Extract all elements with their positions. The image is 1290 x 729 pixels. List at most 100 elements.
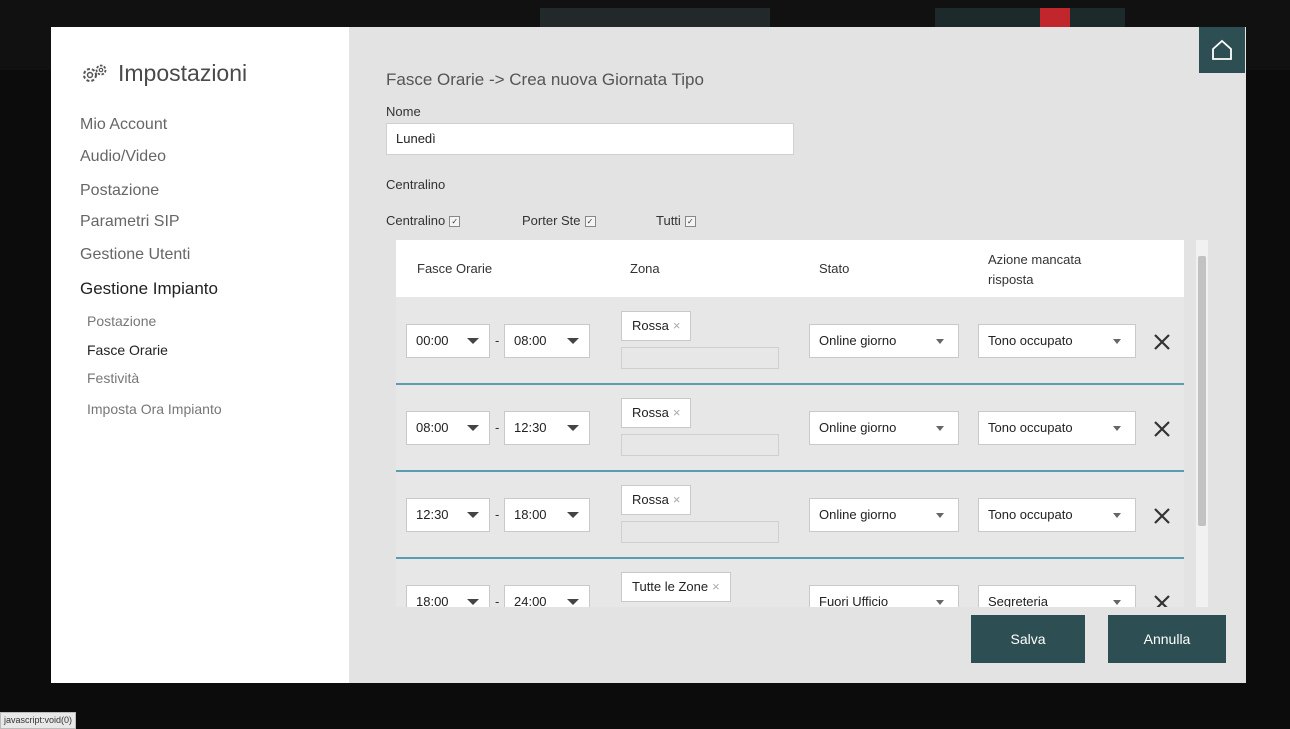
zone-input[interactable] (621, 434, 779, 456)
action-value: Tono occupato (988, 420, 1073, 435)
checkbox-porter-ste-box[interactable]: ✓ (584, 216, 596, 228)
sidebar-subitem-postazione[interactable]: Postazione (87, 313, 156, 329)
table-row: 00:00 - 08:00 Rossa × Online giorno Tono … (396, 297, 1184, 385)
action-select[interactable]: Tono occupato (978, 411, 1136, 445)
sidebar-subitem-fasce-orarie[interactable]: Fasce Orarie (87, 342, 168, 358)
chevron-down-icon (1113, 600, 1121, 605)
delete-row-icon[interactable] (1153, 594, 1171, 607)
gears-icon (83, 64, 107, 82)
sidebar-title: Impostazioni (80, 60, 247, 87)
header-stato: Stato (819, 261, 850, 276)
chevron-down-icon (936, 339, 944, 344)
table-row: 08:00 - 12:30 Rossa × Online giorno Tono … (396, 384, 1184, 472)
centralino-label: Centralino (386, 177, 446, 192)
end-time-value: 12:30 (514, 420, 547, 435)
start-time-select[interactable]: 08:00 (406, 411, 490, 445)
status-value: Online giorno (819, 420, 897, 435)
zone-tag-label: Rossa (632, 318, 669, 333)
delete-row-icon[interactable] (1153, 420, 1171, 438)
start-time-value: 08:00 (416, 420, 449, 435)
status-select[interactable]: Online giorno (809, 411, 959, 445)
checkbox-centralino[interactable]: Centralino ✓ (386, 213, 461, 228)
action-value: Tono occupato (988, 507, 1073, 522)
page-title: Fasce Orarie -> Crea nuova Giornata Tipo (386, 70, 704, 89)
zone-tag: Tutte le Zone × (621, 572, 731, 602)
header-azione-line2: risposta (988, 272, 1034, 287)
end-time-select[interactable]: 12:30 (504, 411, 590, 445)
start-time-select[interactable]: 00:00 (406, 324, 490, 358)
zone-tag-label: Rossa (632, 492, 669, 507)
status-select[interactable]: Fuori Ufficio (809, 585, 959, 607)
sidebar-title-label: Impostazioni (118, 60, 248, 86)
save-button[interactable]: Salva (971, 615, 1085, 663)
chevron-down-icon (936, 600, 944, 605)
header-fasce-orarie: Fasce Orarie (417, 261, 493, 276)
cancel-button[interactable]: Annulla (1108, 615, 1226, 663)
start-time-select[interactable]: 18:00 (406, 585, 490, 607)
start-time-value: 12:30 (416, 507, 449, 522)
checkbox-porter-ste[interactable]: Porter Ste ✓ (522, 213, 596, 228)
header-azione: Azione mancata risposta (988, 250, 1081, 290)
end-time-select[interactable]: 24:00 (504, 585, 590, 607)
chevron-down-icon (936, 426, 944, 431)
action-select[interactable]: Tono occupato (978, 324, 1136, 358)
zone-tag: Rossa × (621, 311, 692, 341)
sidebar-item-mio-account[interactable]: Mio Account (80, 116, 167, 134)
sidebar-item-audio-video[interactable]: Audio/Video (80, 148, 166, 166)
action-value: Segreteria (988, 594, 1048, 607)
status-value: Fuori Ufficio (819, 594, 889, 607)
sidebar-subitem-festivita[interactable]: Festività (87, 370, 139, 386)
tag-remove-icon[interactable]: × (712, 579, 720, 594)
chevron-down-icon (936, 513, 944, 518)
name-input[interactable]: Lunedì (386, 123, 794, 155)
start-time-value: 18:00 (416, 594, 449, 607)
sidebar-subitem-imposta-ora[interactable]: Imposta Ora Impianto (87, 401, 222, 417)
header-azione-line1: Azione mancata (988, 252, 1082, 267)
end-time-select[interactable]: 08:00 (504, 324, 590, 358)
table-scrollbar[interactable] (1196, 240, 1208, 607)
sidebar-item-gestione-utenti[interactable]: Gestione Utenti (80, 246, 190, 264)
zone-tag-label: Tutte le Zone (632, 579, 709, 594)
zone-tag: Rossa × (621, 398, 692, 428)
status-value: Online giorno (819, 507, 897, 522)
status-select[interactable]: Online giorno (809, 498, 959, 532)
checkbox-tutti-box[interactable]: ✓ (684, 216, 696, 228)
home-button[interactable] (1199, 27, 1245, 73)
sidebar-item-gestione-impianto[interactable]: Gestione Impianto (80, 279, 218, 299)
tag-remove-icon[interactable]: × (673, 405, 681, 420)
home-icon (1212, 39, 1232, 60)
scrollbar-thumb[interactable] (1198, 256, 1206, 526)
checkbox-centralino-box[interactable]: ✓ (449, 216, 461, 228)
settings-sidebar: Impostazioni Mio Account Audio/Video Pos… (51, 27, 349, 683)
sidebar-item-parametri-sip[interactable]: Parametri SIP (80, 213, 180, 231)
sidebar-item-postazione[interactable]: Postazione (80, 182, 159, 200)
end-time-value: 08:00 (514, 333, 547, 348)
status-select[interactable]: Online giorno (809, 324, 959, 358)
start-time-select[interactable]: 12:30 (406, 498, 490, 532)
time-range-dash: - (495, 420, 500, 435)
time-range-dash: - (495, 333, 500, 348)
time-range-dash: - (495, 594, 500, 607)
time-slots-table: Fasce Orarie Zona Stato Azione mancata r… (396, 240, 1184, 607)
chevron-down-icon (1113, 339, 1121, 344)
action-select[interactable]: Tono occupato (978, 498, 1136, 532)
browser-status-bar: javascript:void(0) (0, 712, 77, 729)
chevron-down-icon (567, 512, 579, 518)
action-select[interactable]: Segreteria (978, 585, 1136, 607)
time-range-dash: - (495, 507, 500, 522)
checkbox-tutti[interactable]: Tutti ✓ (656, 213, 696, 228)
chevron-down-icon (467, 599, 479, 605)
tag-remove-icon[interactable]: × (673, 492, 681, 507)
header-zona: Zona (630, 261, 660, 276)
end-time-select[interactable]: 18:00 (504, 498, 590, 532)
name-label: Nome (386, 104, 421, 119)
delete-row-icon[interactable] (1153, 333, 1171, 351)
chevron-down-icon (1113, 426, 1121, 431)
table-row: 18:00 - 24:00 Tutte le Zone × Fuori Uffic… (396, 558, 1184, 607)
zone-input[interactable] (621, 347, 779, 369)
start-time-value: 00:00 (416, 333, 449, 348)
tag-remove-icon[interactable]: × (673, 318, 681, 333)
zone-input[interactable] (621, 521, 779, 543)
end-time-value: 24:00 (514, 594, 547, 607)
delete-row-icon[interactable] (1153, 507, 1171, 525)
